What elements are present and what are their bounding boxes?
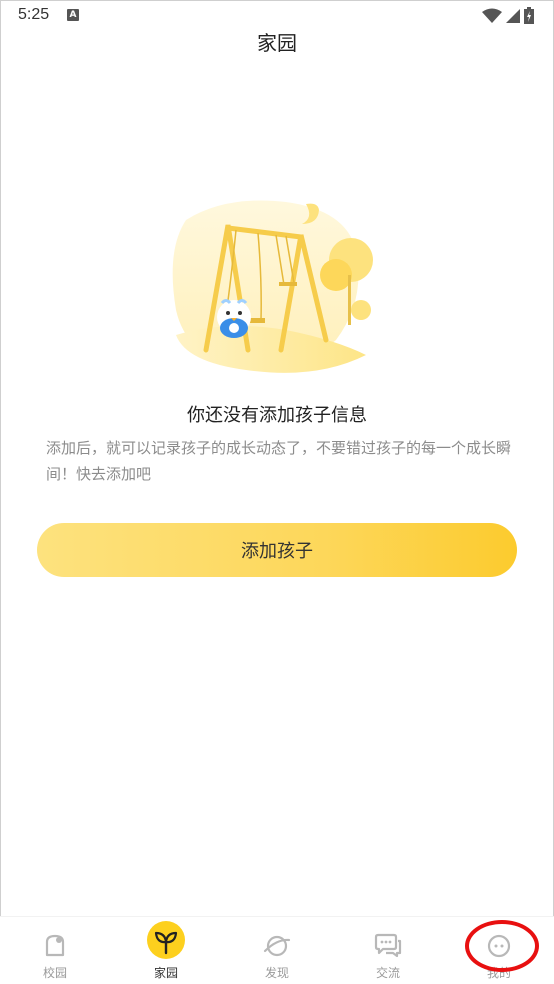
empty-state-heading: 你还没有添加孩子信息 (187, 405, 367, 426)
status-bar: 5:25 A (0, 0, 554, 30)
nav-item-profile[interactable]: 我的 (444, 917, 554, 984)
battery-icon (524, 7, 534, 24)
chat-icon (374, 933, 402, 958)
profile-face-icon (487, 934, 511, 958)
app-frame (0, 0, 554, 984)
campus-icon (45, 934, 65, 957)
nav-label-home: 家园 (153, 966, 178, 980)
nav-item-campus[interactable]: 校园 (0, 917, 110, 984)
swing-illustration (166, 190, 386, 380)
nav-label-chat: 交流 (375, 966, 400, 980)
nav-item-home[interactable]: 家园 (111, 917, 221, 984)
bottom-nav: 校园 家园 发现 交流 我的 (0, 916, 554, 984)
add-child-button[interactable]: 添加孩子 (37, 523, 517, 577)
nav-label-profile: 我的 (486, 966, 511, 980)
sprout-icon (154, 931, 178, 955)
wifi-icon (482, 8, 502, 23)
status-icons (482, 7, 534, 24)
planet-icon (263, 935, 291, 957)
nav-label-discover: 发现 (264, 966, 289, 980)
page-title: 家园 (257, 31, 297, 55)
status-indicator: A (67, 9, 79, 21)
nav-item-discover[interactable]: 发现 (222, 917, 332, 984)
signal-icon (506, 9, 520, 23)
nav-label-campus: 校园 (42, 966, 67, 980)
nav-item-chat[interactable]: 交流 (333, 917, 443, 984)
empty-state-description: 添加后，就可以记录孩子的成长动态了，不要错过孩子的每一个成长瞬间！快去添加吧 (46, 439, 512, 483)
status-time: 5:25 (18, 6, 50, 23)
